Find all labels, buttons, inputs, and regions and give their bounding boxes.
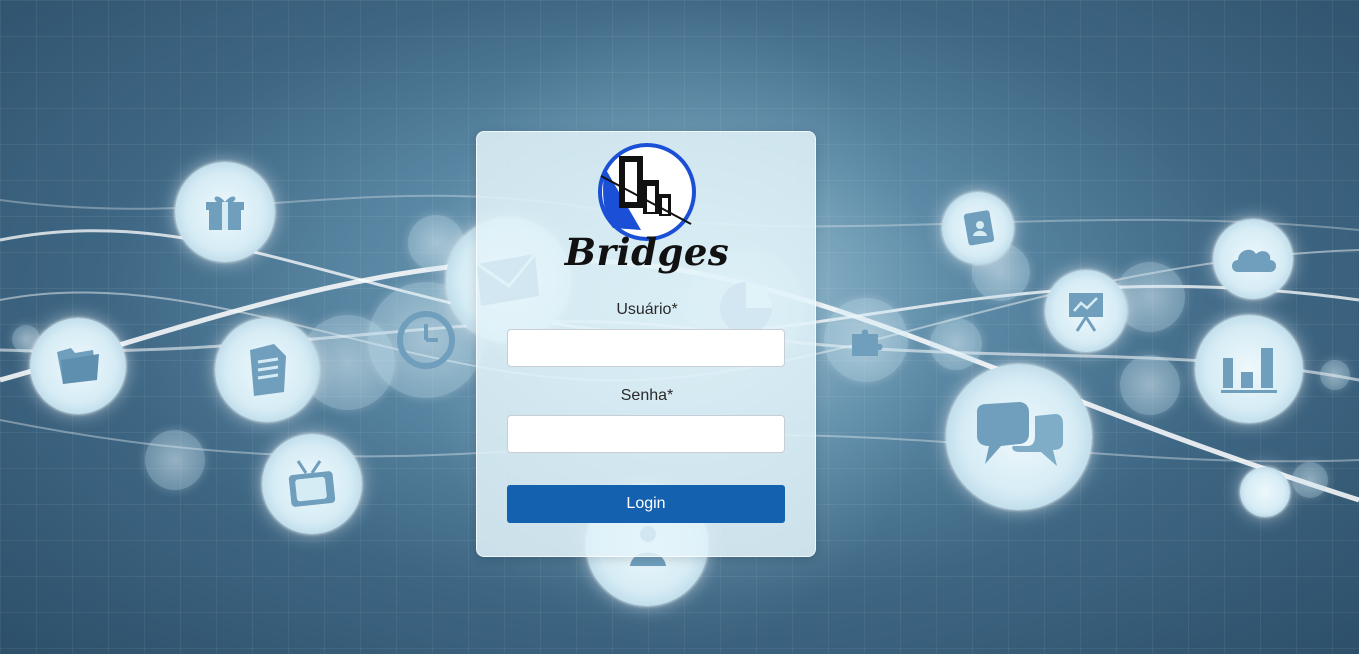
contacts-icon	[963, 210, 995, 246]
username-input[interactable]	[507, 329, 785, 367]
presentation-icon	[1069, 293, 1103, 332]
decor-bubble	[930, 318, 982, 370]
decor-bubble	[1320, 360, 1350, 390]
brand-name: Bridges	[564, 230, 730, 274]
login-card: Bridges Usuário* Senha* Login	[476, 131, 816, 557]
document-bubble	[215, 318, 319, 422]
cloud-bubble	[1213, 219, 1293, 299]
clock-icon	[397, 311, 455, 369]
puzzle-bubble	[824, 298, 908, 382]
decor-bubble	[1292, 462, 1328, 498]
document-icon	[250, 344, 286, 396]
presentation-bubble	[1045, 270, 1127, 352]
puzzle-icon	[852, 329, 883, 356]
folder-icon	[57, 348, 99, 384]
cloud-icon	[1232, 249, 1276, 272]
folder-bubble	[30, 318, 126, 414]
tv-bubble	[262, 434, 362, 534]
login-button[interactable]: Login	[507, 485, 785, 523]
password-label: Senha*	[620, 387, 674, 404]
chat-icon	[977, 402, 1063, 466]
gift-icon	[206, 196, 244, 230]
bar-chart-icon	[1221, 348, 1277, 393]
username-label: Usuário*	[616, 301, 678, 318]
login-page: Bridges Usuário* Senha* Login	[0, 0, 1359, 654]
bar-chart-bubble	[1195, 315, 1303, 423]
chat-bubble	[946, 364, 1092, 510]
contacts-bubble	[942, 192, 1014, 264]
decor-bubble	[145, 430, 205, 490]
password-input[interactable]	[507, 415, 785, 453]
decor-bubble	[1120, 355, 1180, 415]
decor-bubble	[1240, 467, 1290, 517]
gift-bubble	[175, 162, 275, 262]
tv-icon	[288, 460, 336, 507]
